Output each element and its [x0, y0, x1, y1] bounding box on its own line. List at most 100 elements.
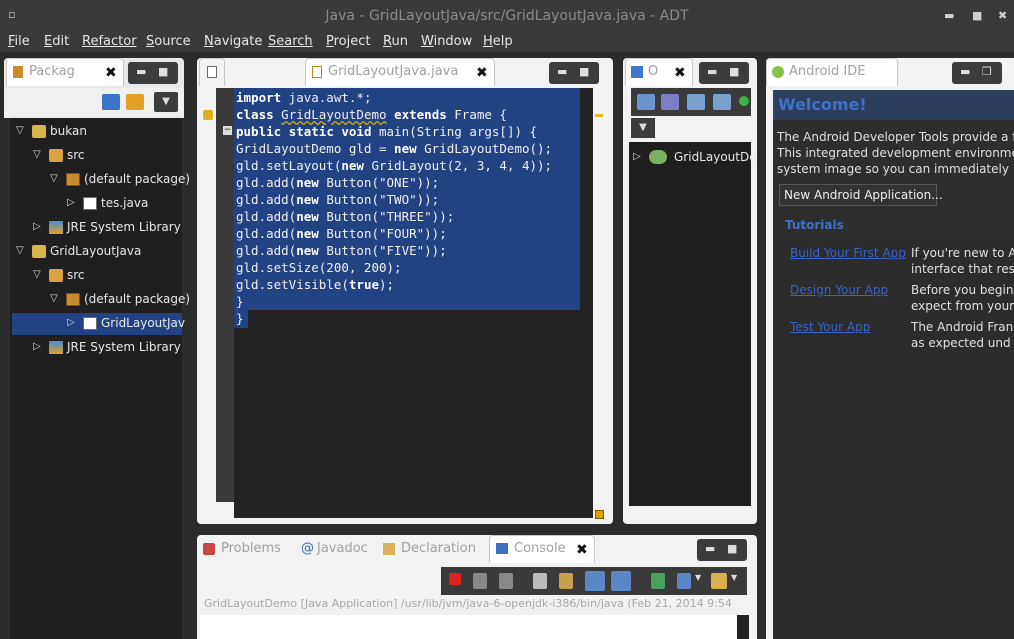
tree-item[interactable]: src	[67, 148, 85, 162]
display-console-dropdown-icon[interactable]: ▼	[695, 573, 703, 589]
maximize-view-icon[interactable]: ■	[729, 65, 739, 78]
close-icon[interactable]: ✖	[105, 65, 117, 81]
expand-icon[interactable]: ▷	[633, 151, 641, 162]
outline-min-max-buttons[interactable]: ▬ ■	[699, 62, 749, 84]
scroll-lock-icon[interactable]	[559, 573, 573, 589]
minimize-view-icon[interactable]: ▬	[557, 65, 567, 78]
collapse-icon[interactable]: ▽	[50, 173, 58, 184]
menu-window[interactable]: Window	[421, 34, 472, 49]
collapse-all-icon[interactable]	[637, 94, 655, 110]
min-max-buttons[interactable]: ▬ ■	[128, 62, 178, 84]
tree-item[interactable]: (default package)	[84, 292, 190, 306]
collapse-icon[interactable]: ▽	[33, 269, 41, 280]
menu-help[interactable]: Help	[483, 34, 513, 49]
editor-min-max-buttons[interactable]: ▬ ■	[549, 62, 599, 84]
tutorial-link-test-app[interactable]: Test Your App	[790, 320, 870, 334]
show-on-output-icon[interactable]	[585, 571, 605, 591]
show-on-error-icon[interactable]	[611, 571, 631, 591]
warning-marker-icon[interactable]	[203, 110, 213, 120]
remove-all-icon[interactable]	[499, 573, 513, 589]
tree-item[interactable]: bukan	[50, 124, 87, 138]
tab-declaration[interactable]: Declaration	[401, 541, 476, 556]
menu-navigate[interactable]: Navigate	[204, 34, 262, 49]
console-output[interactable]	[200, 615, 737, 639]
android-min-max-buttons[interactable]: ▬ ❐	[952, 62, 1002, 84]
welcome-title: Welcome!	[778, 95, 867, 114]
hide-fields-icon[interactable]	[687, 94, 705, 110]
view-menu-chevron-down-icon[interactable]: ▼	[154, 92, 178, 112]
jre-icon	[49, 341, 63, 354]
maximize-view-icon[interactable]: ■	[727, 542, 737, 555]
maximize-icon[interactable]: ■	[972, 9, 982, 22]
code-line: import java.awt.*;	[236, 90, 372, 105]
minimize-view-icon[interactable]: ▬	[705, 542, 715, 555]
console-min-max-buttons[interactable]: ▬ ■	[697, 539, 747, 561]
collapse-all-icon[interactable]	[102, 94, 120, 110]
expand-icon[interactable]: ▷	[33, 221, 41, 232]
clear-console-icon[interactable]	[533, 573, 547, 589]
outline-item-class[interactable]: GridLayoutDe	[674, 150, 757, 164]
tab-android-ide[interactable]: Android IDE	[766, 58, 898, 86]
pin-console-icon[interactable]	[651, 573, 665, 589]
collapse-icon[interactable]: ▽	[50, 293, 58, 304]
window-title-bar[interactable]: ▫ Java - GridLayoutJava/src/GridLayoutJa…	[0, 0, 1014, 32]
collapse-icon[interactable]: ▽	[16, 245, 24, 256]
tutorial-link-build-first-app[interactable]: Build Your First App	[790, 246, 906, 260]
close-window-icon[interactable]: ✖	[998, 9, 1007, 22]
minimize-view-icon[interactable]: ▬	[960, 65, 970, 78]
sort-icon[interactable]	[661, 94, 679, 110]
menu-run[interactable]: Run	[383, 34, 408, 49]
jre-icon	[49, 221, 63, 234]
tree-item[interactable]: GridLayoutJav	[101, 316, 185, 330]
tab-javadoc[interactable]: Javadoc	[317, 541, 368, 556]
close-icon[interactable]: ✖	[476, 65, 488, 81]
close-icon[interactable]: ✖	[576, 542, 588, 558]
expand-icon[interactable]: ▷	[67, 197, 75, 208]
menu-project[interactable]: Project	[326, 34, 371, 49]
tree-item[interactable]: src	[67, 268, 85, 282]
hide-static-icon[interactable]	[713, 94, 731, 110]
hide-nonpublic-icon[interactable]	[739, 96, 749, 106]
open-console-icon[interactable]	[711, 573, 727, 589]
open-console-dropdown-icon[interactable]: ▼	[731, 573, 739, 589]
maximize-view-icon[interactable]: ■	[579, 65, 589, 78]
tree-item[interactable]: tes.java	[101, 196, 148, 210]
tab-gridlayoutjava[interactable]: GridLayoutJava.java ✖	[305, 58, 495, 86]
collapse-icon[interactable]: ▽	[33, 149, 41, 160]
menu-edit[interactable]: Edit	[44, 34, 69, 49]
maximize-view-icon[interactable]: ■	[158, 65, 168, 78]
console-scrollbar[interactable]	[737, 615, 749, 639]
tab-problems[interactable]: Problems	[221, 541, 281, 556]
link-with-editor-icon[interactable]	[126, 94, 144, 110]
minimize-icon[interactable]: ▬	[944, 9, 954, 22]
java-icon	[83, 197, 97, 210]
outline-view-menu-chevron-down-icon[interactable]: ▼	[631, 118, 655, 138]
tree-item[interactable]: (default package)	[84, 172, 190, 186]
tab-console[interactable]: Console ✖	[489, 535, 595, 563]
console-status: GridLayoutDemo [Java Application] /usr/l…	[204, 597, 732, 610]
tab-outline[interactable]: O ✖	[625, 58, 693, 86]
tree-item[interactable]: GridLayoutJava	[50, 244, 141, 258]
restore-view-icon[interactable]: ❐	[982, 65, 992, 78]
minimize-view-icon[interactable]: ▬	[136, 65, 146, 78]
tab-editor-other[interactable]	[199, 58, 225, 86]
tab-package-explorer[interactable]: Packag ✖	[6, 58, 124, 86]
tree-item[interactable]: JRE System Library	[67, 220, 181, 234]
display-console-icon[interactable]	[677, 573, 691, 589]
tutorial-link-design-app[interactable]: Design Your App	[790, 283, 888, 297]
expand-icon[interactable]: ▷	[67, 317, 75, 328]
close-icon[interactable]: ✖	[674, 65, 686, 81]
remove-launch-icon[interactable]	[473, 573, 487, 589]
menu-file[interactable]: File	[8, 34, 30, 49]
expand-icon[interactable]: ▷	[33, 341, 41, 352]
menu-refactor[interactable]: Refactor	[82, 34, 137, 49]
menu-search[interactable]: Search	[268, 34, 313, 49]
minimize-view-icon[interactable]: ▬	[707, 65, 717, 78]
terminate-icon[interactable]	[449, 573, 461, 585]
new-android-application-button[interactable]: New Android Application...	[779, 184, 943, 206]
menu-source[interactable]: Source	[146, 34, 191, 49]
fold-collapse-icon[interactable]: −	[223, 126, 232, 135]
overview-warning-marker[interactable]	[595, 114, 603, 117]
collapse-icon[interactable]: ▽	[16, 125, 24, 136]
tree-item[interactable]: JRE System Library	[67, 340, 181, 354]
